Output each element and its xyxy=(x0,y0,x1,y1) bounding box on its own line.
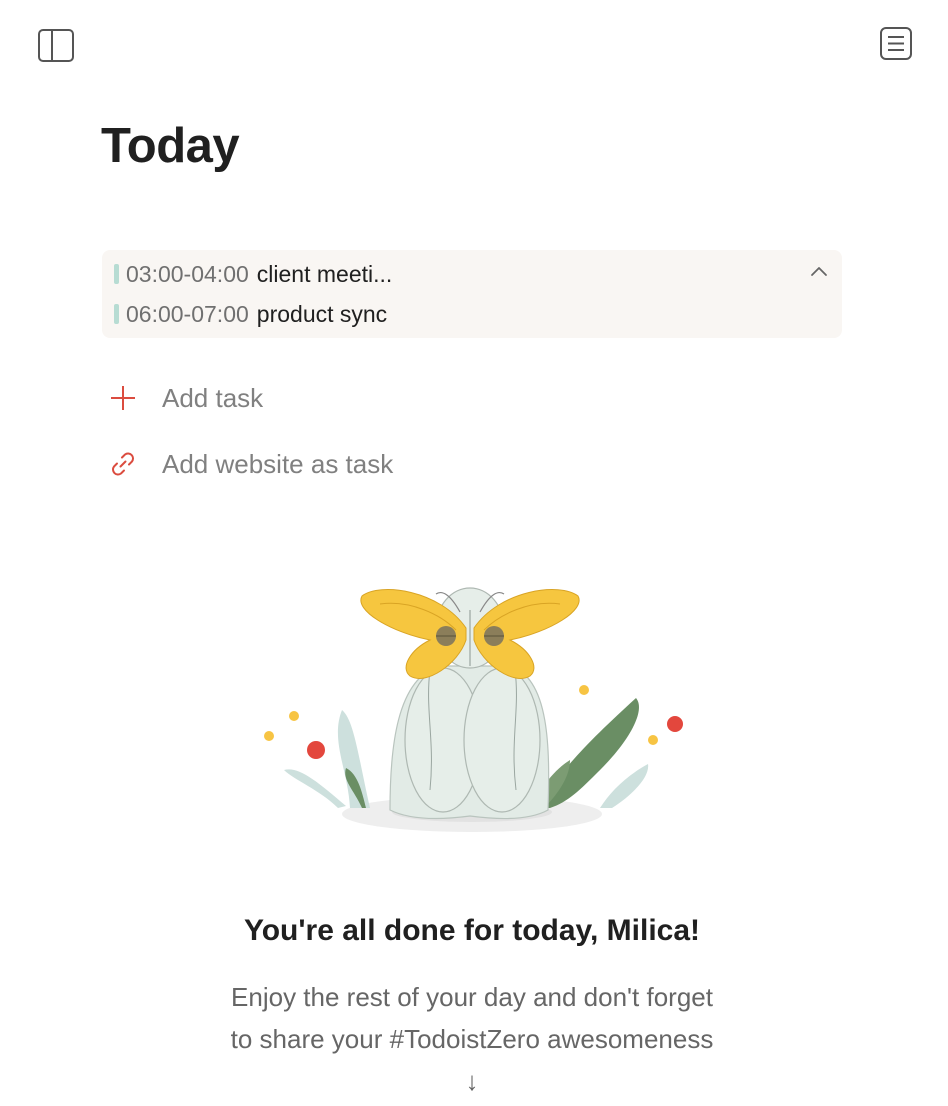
add-task-label: Add task xyxy=(162,382,264,413)
collapse-events-button[interactable] xyxy=(806,258,832,284)
calendar-events-card: 03:00-04:00 client meeti... 06:00-07:00 … xyxy=(102,250,842,338)
calendar-event[interactable]: 06:00-07:00 product sync xyxy=(114,300,387,328)
event-color-bar xyxy=(114,264,119,284)
empty-state-illustration xyxy=(250,570,700,860)
add-task-button[interactable]: Add task xyxy=(106,380,263,416)
empty-state-message: Enjoy the rest of your day and don't for… xyxy=(230,982,714,1096)
empty-state-title: You're all done for today, Milica! xyxy=(243,914,701,947)
add-website-as-task-button[interactable]: Add website as task xyxy=(106,446,393,482)
event-title: client meeti... xyxy=(256,260,393,287)
sidebar-toggle-button[interactable] xyxy=(36,26,76,66)
page-title: Today xyxy=(101,119,240,173)
add-website-label: Add website as task xyxy=(162,448,394,479)
calendar-event[interactable]: 03:00-04:00 client meeti... xyxy=(114,260,392,288)
event-title: product sync xyxy=(256,300,388,327)
sidebar-panel-icon xyxy=(38,29,74,62)
event-time: 06:00-07:00 xyxy=(126,300,249,327)
link-icon xyxy=(106,446,140,482)
event-time: 03:00-04:00 xyxy=(126,260,249,287)
plus-icon xyxy=(106,380,140,416)
view-options-icon xyxy=(880,27,912,60)
chevron-up-icon xyxy=(811,267,827,276)
event-color-bar xyxy=(114,304,119,324)
view-options-button[interactable] xyxy=(876,24,916,64)
